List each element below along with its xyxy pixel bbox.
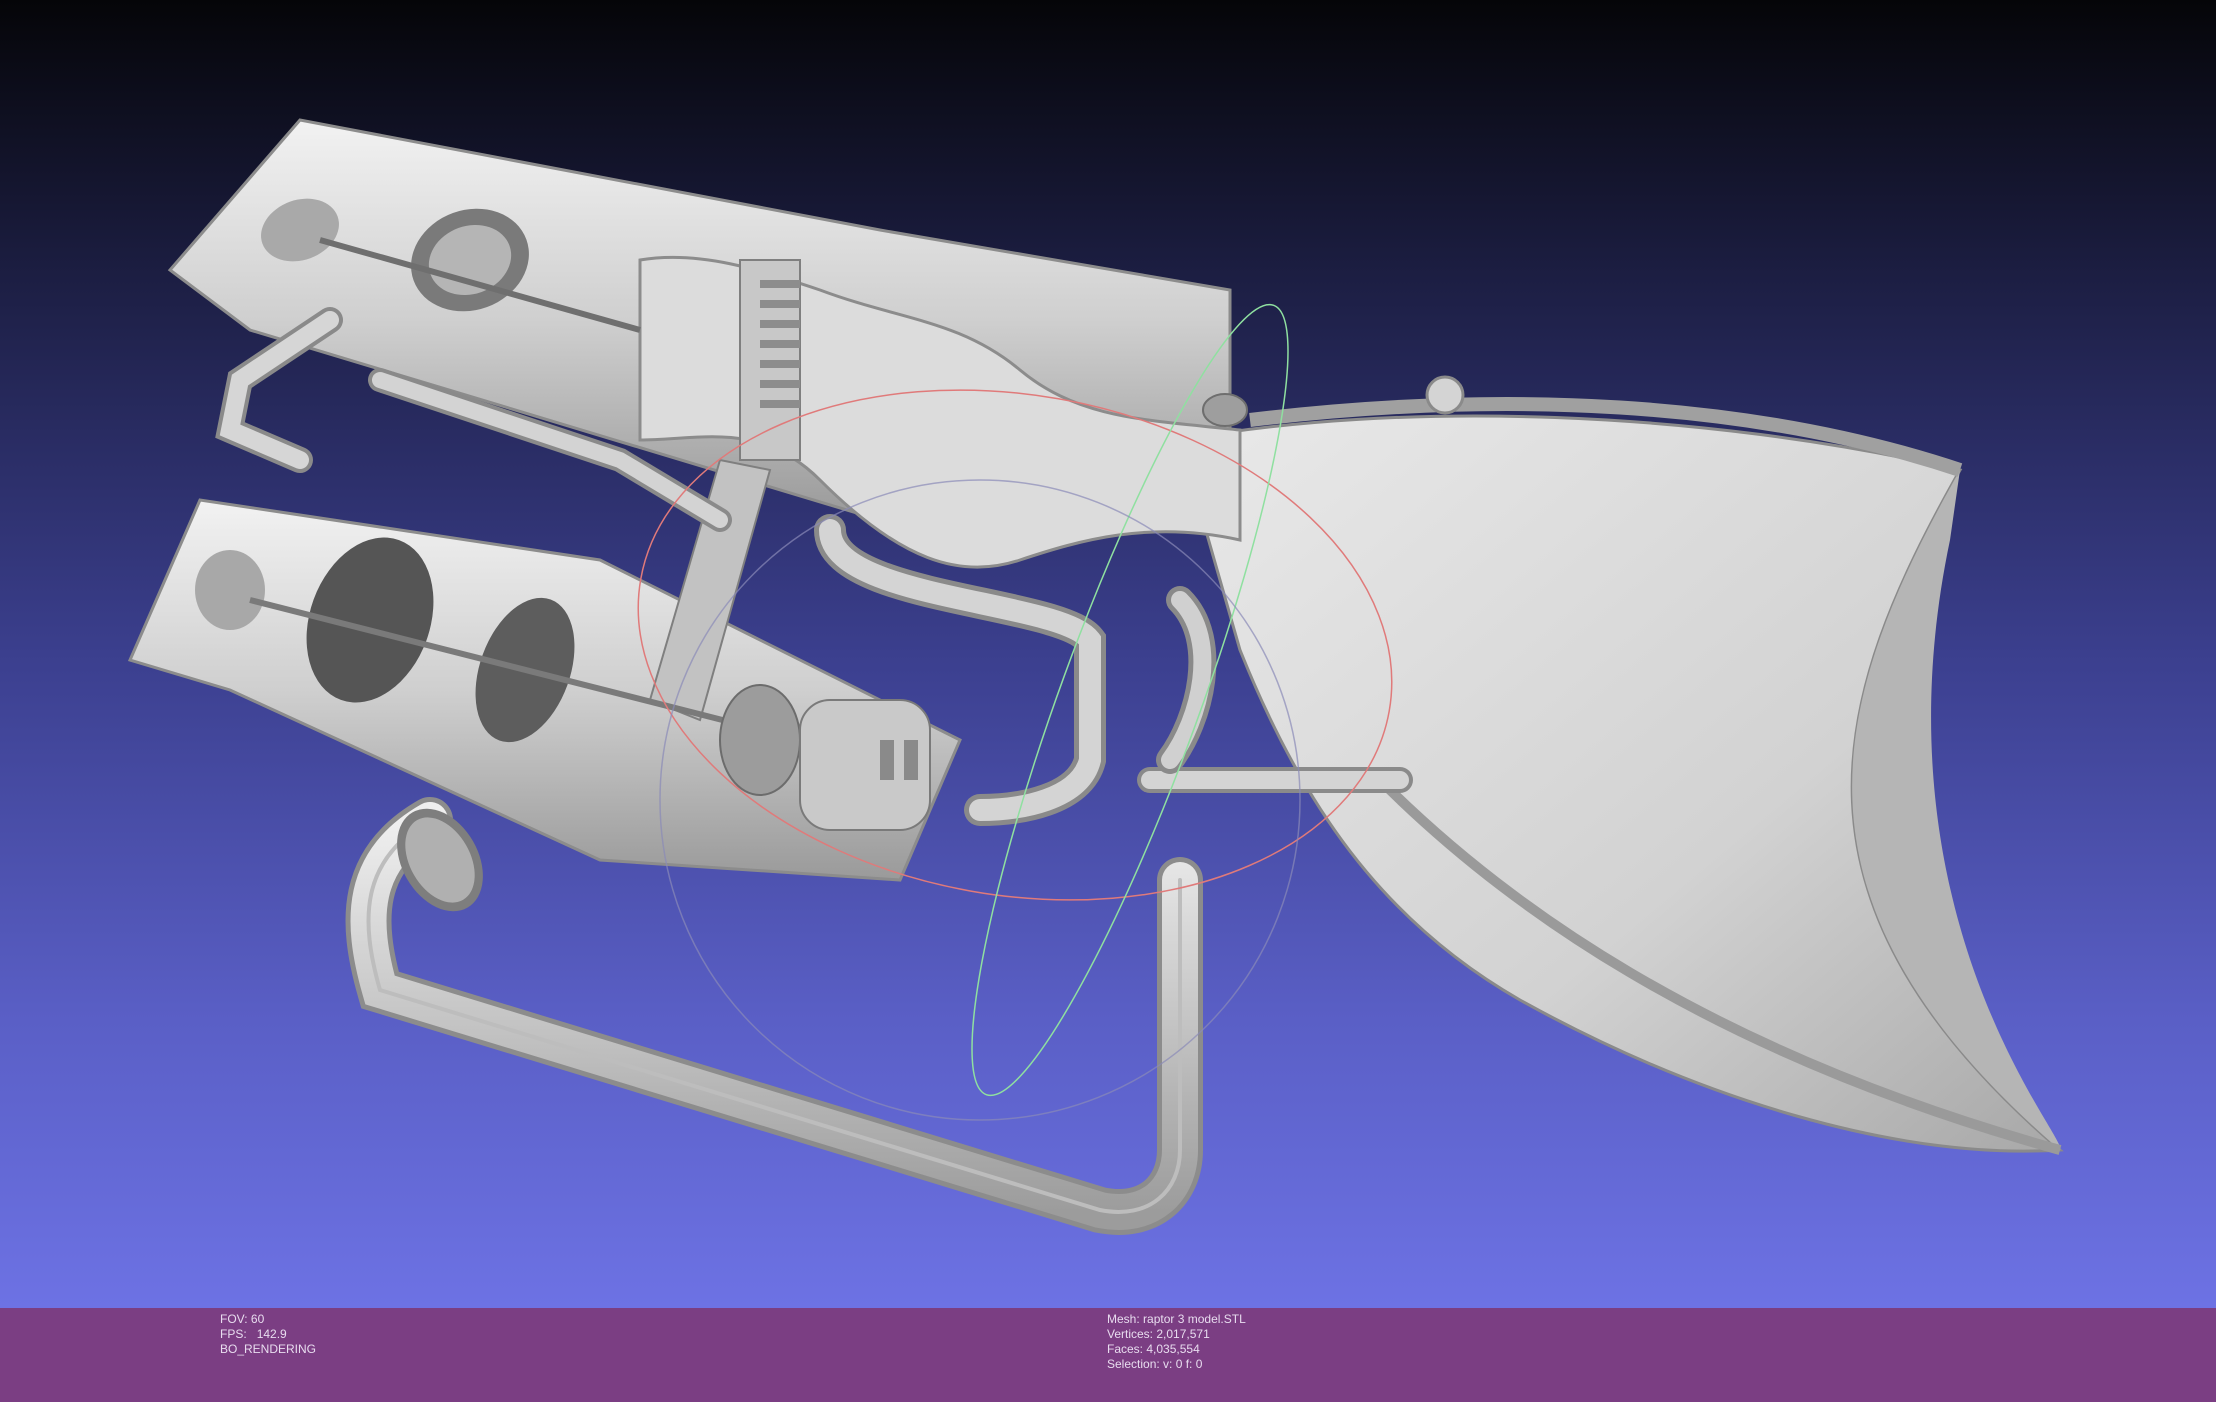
selection-readout: Selection: v: 0 f: 0 — [1107, 1357, 1203, 1371]
nozzle-bell — [1178, 375, 2064, 1155]
3d-viewport[interactable] — [0, 0, 2216, 1308]
fov-readout: FOV: 60 — [220, 1312, 265, 1326]
vertex-count: Vertices: 2,017,571 — [1107, 1327, 1210, 1341]
status-right-panel: Mesh: raptor 3 model.STL Vertices: 2,017… — [1107, 1312, 1246, 1372]
mesh-name: Mesh: raptor 3 model.STL — [1107, 1312, 1246, 1326]
face-count: Faces: 4,035,554 — [1107, 1342, 1200, 1356]
status-left-panel: FOV: 60 FPS: 142.9 BO_RENDERING — [220, 1312, 316, 1357]
fps-readout: FPS: 142.9 — [220, 1327, 287, 1341]
render-mode: BO_RENDERING — [220, 1342, 317, 1356]
status-bar: FOV: 60 FPS: 142.9 BO_RENDERING Mesh: ra… — [0, 1308, 2216, 1402]
mesh-render[interactable] — [0, 0, 2216, 1308]
